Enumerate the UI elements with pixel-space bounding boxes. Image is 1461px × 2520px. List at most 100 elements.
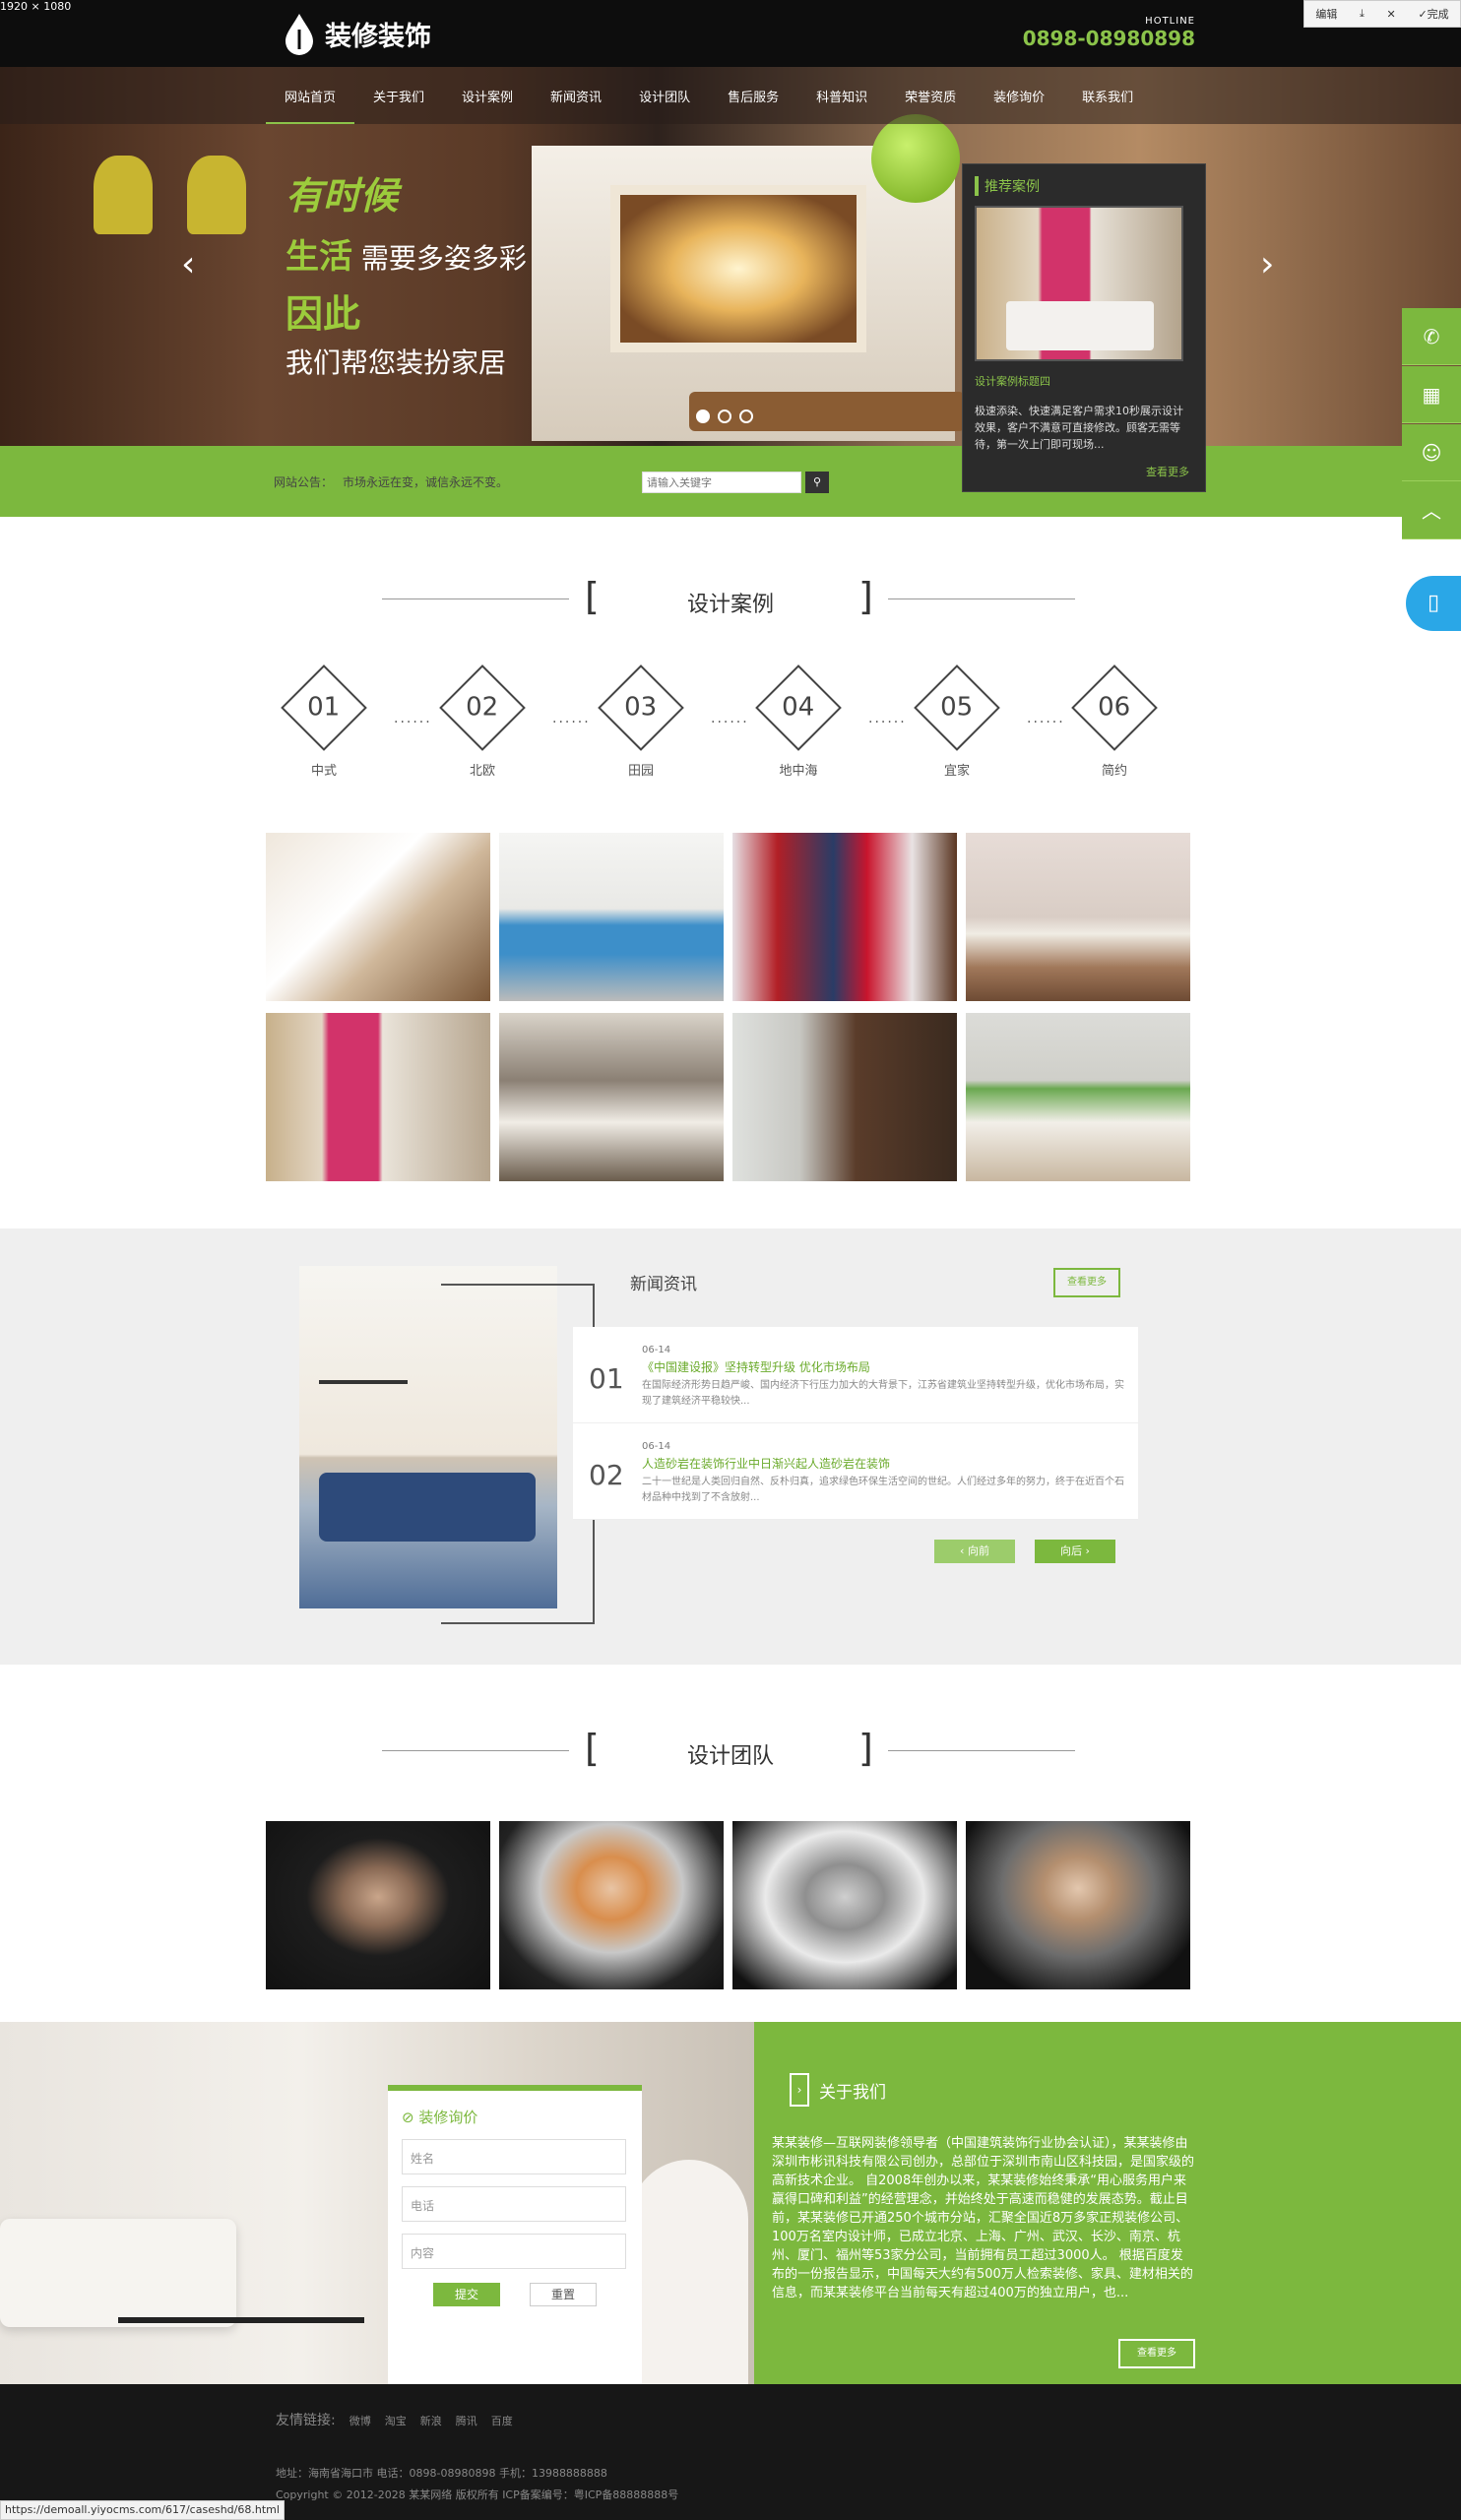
- case-image[interactable]: [732, 1013, 957, 1181]
- news-more-button[interactable]: 查看更多: [1053, 1268, 1120, 1297]
- slogan-line1: 有时候: [286, 174, 399, 218]
- case-image[interactable]: [499, 833, 724, 1001]
- slider-dot[interactable]: [718, 410, 731, 423]
- about-panel: › 关于我们 某某装修—互联网装修领导者（中国建筑装饰行业协会认证），某某装修由深…: [754, 2022, 1461, 2384]
- cases-title: 设计案例: [686, 593, 774, 617]
- designer-photo[interactable]: [499, 1821, 724, 1989]
- friend-link[interactable]: 腾讯: [456, 2413, 477, 2428]
- reset-button[interactable]: 重置: [530, 2283, 597, 2306]
- rec-image-title[interactable]: 设计案例标题四: [975, 373, 1193, 389]
- news-next-button[interactable]: 向后 ›: [1035, 1540, 1115, 1563]
- recommended-case-card: 推荐案例 设计案例标题四 极速添染、快速满足客户需求10秒展示设计效果，客户不满…: [962, 163, 1206, 492]
- slogan-line2-emph: 生活: [286, 237, 352, 277]
- news-prev-button[interactable]: ‹ 向前: [934, 1540, 1015, 1563]
- case-image[interactable]: [966, 1013, 1190, 1181]
- done-button[interactable]: ✓完成: [1418, 6, 1448, 22]
- news-item[interactable]: 01 06-14 《中国建设报》坚持转型升级 优化市场布局 在国际经济形势日趋严峻、国…: [573, 1327, 1138, 1423]
- news-number: 01: [589, 1362, 624, 1395]
- slider-prev-icon[interactable]: ‹: [181, 244, 195, 284]
- site-logo[interactable]: 装修装饰: [282, 12, 431, 55]
- phone-field[interactable]: 电话: [402, 2186, 626, 2222]
- document-icon: ›: [790, 2073, 809, 2107]
- side-phone-button[interactable]: ✆: [1402, 308, 1461, 365]
- hotline-label: HOTLINE: [1145, 16, 1195, 27]
- case-image[interactable]: [732, 833, 957, 1001]
- style-item[interactable]: 01 中式: [280, 664, 368, 779]
- rec-image[interactable]: [975, 206, 1183, 361]
- style-item[interactable]: 03 田园: [597, 664, 685, 779]
- news-headline[interactable]: 人造砂岩在装饰行业中日渐兴起人造砂岩在装饰: [642, 1455, 890, 1472]
- news-section: 新闻资讯 查看更多 01 06-14 《中国建设报》坚持转型升级 优化市场布局 在国际…: [0, 1228, 1461, 1665]
- nav-item[interactable]: 设计案例: [443, 67, 532, 124]
- friend-links-label: 友情链接:: [276, 2413, 336, 2428]
- edit-button[interactable]: 编辑: [1315, 6, 1337, 22]
- rec-title: 推荐案例: [975, 176, 1193, 196]
- site-header: 装修装饰 HOTLINE 0898-08980898: [0, 0, 1461, 67]
- designer-photo[interactable]: [966, 1821, 1190, 1989]
- slider-next-icon[interactable]: ›: [1260, 244, 1274, 284]
- case-image[interactable]: [266, 1013, 490, 1181]
- case-image[interactable]: [499, 1013, 724, 1181]
- friend-link[interactable]: 微博: [349, 2413, 371, 2428]
- designer-photo[interactable]: [266, 1821, 490, 1989]
- slider-dot[interactable]: [696, 410, 710, 423]
- style-item[interactable]: 05 宜家: [913, 664, 1001, 779]
- style-item[interactable]: 06 简约: [1070, 664, 1159, 779]
- nav-item[interactable]: 售后服务: [709, 67, 797, 124]
- nav-item[interactable]: 新闻资讯: [532, 67, 620, 124]
- dots-separator: ......: [711, 711, 749, 726]
- case-image[interactable]: [966, 833, 1190, 1001]
- close-icon[interactable]: ✕: [1387, 8, 1396, 21]
- news-summary: 在国际经济形势日趋严峻、国内经济下行压力加大的大背景下，江苏省建筑业坚持转型升级…: [642, 1380, 1124, 1407]
- side-qq-button[interactable]: ☺: [1402, 424, 1461, 481]
- nav-item[interactable]: 科普知识: [797, 67, 886, 124]
- slider-dot[interactable]: [739, 410, 753, 423]
- nav-item[interactable]: 网站首页: [266, 67, 355, 124]
- slogan-line2: 生活 需要多姿多彩: [286, 229, 527, 278]
- dots-separator: ......: [394, 711, 432, 726]
- search-input[interactable]: [642, 472, 801, 493]
- inquiry-form-title: ⊘ 装修询价: [402, 2107, 628, 2127]
- name-field[interactable]: 姓名: [402, 2139, 626, 2174]
- slogan-line4: 我们帮您装扮家居: [286, 346, 507, 379]
- team-heading: [ 设计团队 ]: [0, 1727, 1461, 1776]
- side-top-button[interactable]: ︿: [1402, 482, 1461, 539]
- style-item[interactable]: 02 北欧: [438, 664, 527, 779]
- style-name: 地中海: [779, 764, 818, 779]
- friend-link[interactable]: 新浪: [420, 2413, 442, 2428]
- nav-item[interactable]: 荣誉资质: [886, 67, 975, 124]
- side-qrcode-button[interactable]: ▦: [1402, 366, 1461, 423]
- about-more-button[interactable]: 查看更多: [1118, 2339, 1195, 2368]
- style-diamond: 06: [1071, 664, 1158, 751]
- news-headline[interactable]: 《中国建设报》坚持转型升级 优化市场布局: [642, 1358, 870, 1375]
- style-diamond: 05: [914, 664, 1000, 751]
- friend-links: 友情链接: 微博 淘宝 新浪 腾讯 百度: [276, 2410, 513, 2429]
- style-name: 北欧: [469, 764, 495, 779]
- nav-item[interactable]: 装修询价: [975, 67, 1063, 124]
- nav-item[interactable]: 关于我们: [354, 67, 443, 124]
- footer-copyright: Copyright © 2012-2028 某某网络 版权所有 ICP备案编号：…: [276, 2488, 679, 2501]
- rec-more-link[interactable]: 查看更多: [1146, 464, 1189, 479]
- main-nav: 网站首页 关于我们 设计案例 新闻资讯 设计团队 售后服务 科普知识 荣誉资质 装修询价 联系我们: [0, 67, 1461, 124]
- designer-photo[interactable]: [732, 1821, 957, 1989]
- notice-label: 网站公告： 市场永远在变，诚信永远不变。: [274, 473, 508, 490]
- nav-item[interactable]: 联系我们: [1063, 67, 1152, 124]
- style-item[interactable]: 04 地中海: [754, 664, 843, 779]
- news-item[interactable]: 02 06-14 人造砂岩在装饰行业中日渐兴起人造砂岩在装饰 二十一世纪是人类回归自然…: [573, 1423, 1138, 1520]
- style-diamond: 02: [439, 664, 526, 751]
- search-button[interactable]: ⚲: [805, 472, 829, 493]
- download-icon[interactable]: ⤓: [1360, 7, 1365, 21]
- logo-text: 装修装饰: [325, 21, 431, 52]
- content-field[interactable]: 内容: [402, 2234, 626, 2269]
- qq-icon: ☺: [1421, 441, 1442, 465]
- contact-section: ⊘ 装修询价 姓名 电话 内容 提交 重置 › 关于我们 某某装修—互联网装修领导…: [0, 2022, 1461, 2384]
- style-number: 04: [782, 693, 815, 723]
- inquiry-form: ⊘ 装修询价 姓名 电话 内容 提交 重置: [388, 2085, 642, 2384]
- about-title: 关于我们: [819, 2082, 886, 2103]
- nav-item[interactable]: 设计团队: [620, 67, 709, 124]
- dots-separator: ......: [868, 711, 907, 726]
- submit-button[interactable]: 提交: [433, 2283, 500, 2306]
- case-image[interactable]: [266, 833, 490, 1001]
- friend-link[interactable]: 百度: [491, 2413, 513, 2428]
- friend-link[interactable]: 淘宝: [385, 2413, 407, 2428]
